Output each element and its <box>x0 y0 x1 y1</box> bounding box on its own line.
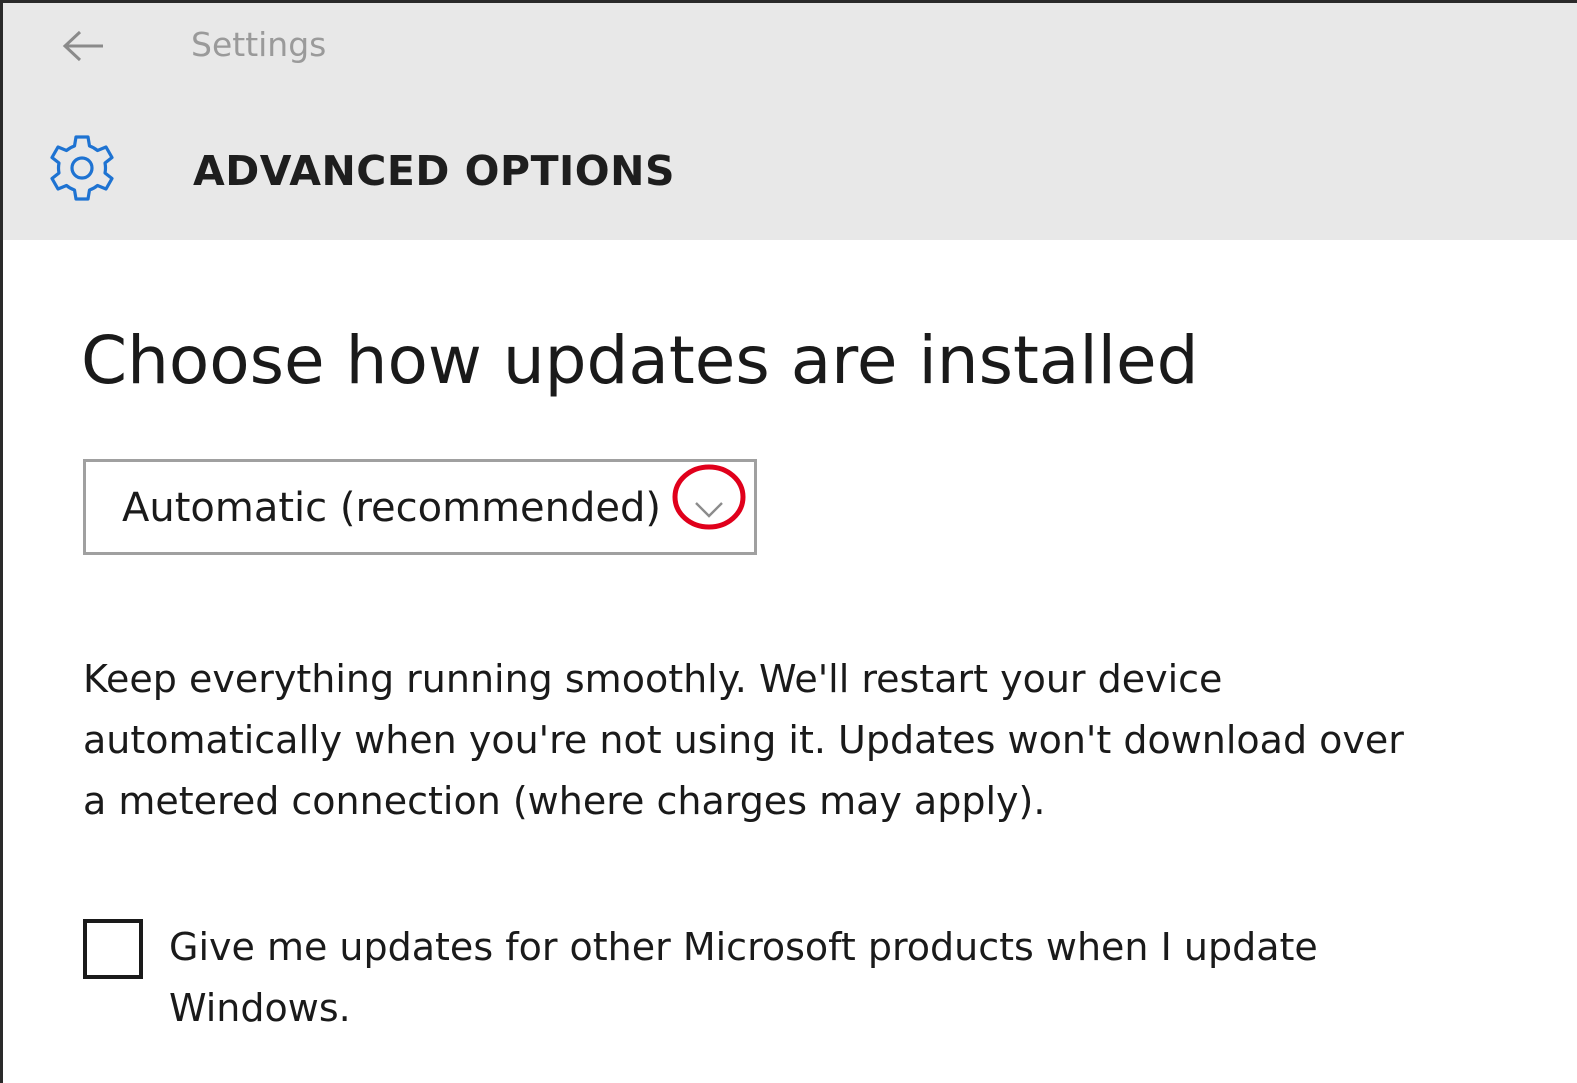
title-bar: Settings ADVANCED OPTIONS <box>3 3 1577 240</box>
install-mode-selected-value: Automatic (recommended) <box>122 485 661 531</box>
settings-window: Settings ADVANCED OPTIONS Choose how upd… <box>0 0 1577 1083</box>
chevron-down-icon[interactable] <box>686 486 732 532</box>
other-products-option[interactable]: Give me updates for other Microsoft prod… <box>83 919 1443 1049</box>
section-title: Choose how updates are installed <box>81 322 1199 399</box>
app-title: Settings <box>191 25 327 64</box>
page-title: ADVANCED OPTIONS <box>193 147 675 195</box>
gear-icon <box>50 135 114 201</box>
other-products-checkbox-label[interactable]: Give me updates for other Microsoft prod… <box>169 917 1429 1039</box>
back-button[interactable] <box>55 21 111 71</box>
install-mode-description: Keep everything running smoothly. We'll … <box>83 657 1404 823</box>
install-mode-dropdown[interactable]: Automatic (recommended) <box>83 459 757 555</box>
other-products-checkbox[interactable] <box>83 919 143 979</box>
arrow-left-icon <box>62 30 103 62</box>
